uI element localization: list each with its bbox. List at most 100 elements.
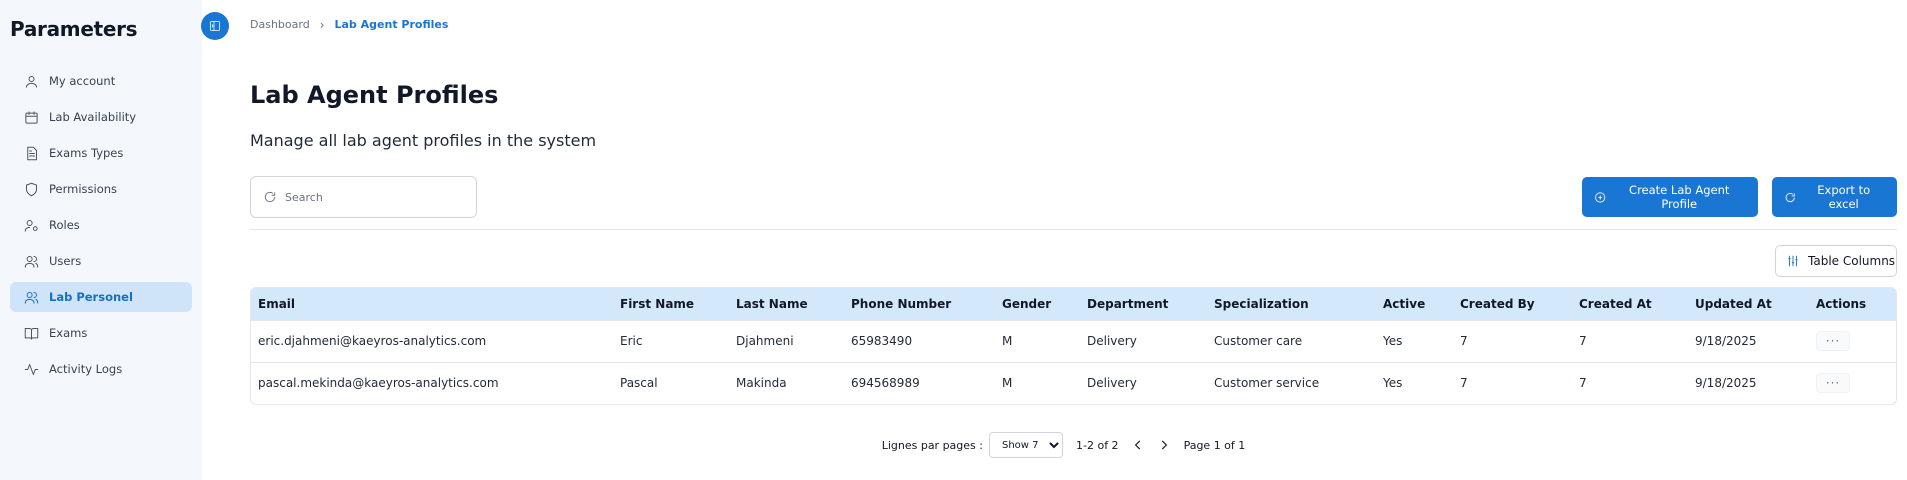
export-icon: [1785, 192, 1795, 202]
cell-updated-at: 9/18/2025: [1695, 376, 1757, 391]
sidebar-item-roles[interactable]: Roles: [10, 210, 192, 240]
toolbar-actions: Create Lab Agent Profile Export to excel: [1582, 177, 1897, 217]
sidebar-item-label: Permissions: [49, 182, 118, 196]
cell-gender: M: [1002, 334, 1013, 348]
document-icon: [27, 146, 37, 160]
sidebar: Parameters My account Lab Availability E…: [0, 0, 202, 480]
sidebar-item-activity-logs[interactable]: Activity Logs: [10, 354, 192, 384]
activity-icon: [24, 363, 39, 375]
table-row[interactable]: eric.djahmeni@kaeyros-analytics.com Eric…: [251, 320, 1896, 362]
more-actions-button[interactable]: ···: [1816, 331, 1850, 351]
cell-specialization: Customer care: [1214, 334, 1303, 348]
more-actions-button[interactable]: ···: [1816, 373, 1850, 394]
sidebar-item-lab-personel[interactable]: Lab Personel: [10, 282, 192, 312]
book-icon: [24, 327, 39, 340]
profiles-table: Email First Name Last Name Phone Number …: [250, 287, 1897, 405]
export-button-label: Export to excel: [1817, 183, 1871, 211]
sidebar-item-exams[interactable]: Exams: [10, 318, 192, 348]
cell-first-name: Pascal: [620, 376, 658, 391]
sidebar-item-label: Lab Availability: [49, 110, 137, 124]
page-subtitle: Manage all lab agent profiles in the sys…: [250, 131, 597, 150]
table-header-row: Email First Name Last Name Phone Number …: [251, 288, 1896, 320]
page-info: Page 1 of 1: [1183, 438, 1246, 452]
sidebar-item-lab-availability[interactable]: Lab Availability: [10, 102, 192, 132]
toolbar: Create Lab Agent Profile Export to excel: [250, 176, 1897, 218]
cell-department: Delivery: [1087, 334, 1137, 348]
sidebar-item-label: Exams: [49, 326, 88, 340]
cell-email: eric.djahmeni@kaeyros-analytics.com: [258, 334, 487, 348]
table-columns-button[interactable]: Table Columns: [1775, 245, 1897, 277]
sidebar-title: Parameters: [10, 17, 138, 41]
sliders-icon: [1788, 255, 1798, 267]
cell-specialization: Customer service: [1214, 376, 1320, 391]
cell-last-name: Makinda: [736, 376, 787, 391]
columns-row: Table Columns: [250, 245, 1897, 277]
header-active[interactable]: Active: [1376, 288, 1453, 320]
user-icon: [26, 75, 37, 88]
cell-phone: 65983490: [851, 334, 913, 348]
header-first-name[interactable]: First Name: [613, 288, 729, 320]
breadcrumb: Dashboard › Lab Agent Profiles: [250, 12, 1897, 37]
header-phone-number[interactable]: Phone Number: [844, 288, 995, 320]
sidebar-toggle-button[interactable]: [201, 12, 229, 40]
users-icon: [24, 255, 39, 268]
add-profile-icon: [1595, 191, 1606, 203]
users-icon: [24, 291, 39, 304]
table-row[interactable]: pascal.mekinda@kaeyros-analytics.com Pas…: [251, 362, 1896, 404]
search-icon: [264, 191, 276, 203]
sidebar-item-my-account[interactable]: My account: [10, 66, 192, 96]
cell-active: Yes: [1383, 334, 1403, 348]
header-specialization[interactable]: Specialization: [1207, 288, 1376, 320]
cell-actions: ···: [1809, 362, 1896, 404]
chevron-left-icon[interactable]: [1131, 438, 1145, 452]
header-created-at[interactable]: Created At: [1572, 288, 1688, 320]
cell-created-by: 7: [1460, 334, 1468, 348]
cell-created-by: 7: [1460, 376, 1468, 391]
rows-per-page-select[interactable]: Show 7: [989, 432, 1063, 458]
create-button-label: Create Lab Agent Profile: [1629, 183, 1730, 211]
cell-first-name: Eric: [620, 334, 643, 348]
cell-actions: ···: [1809, 320, 1896, 362]
header-updated-at[interactable]: Updated At: [1688, 288, 1809, 320]
breadcrumb-separator: ›: [319, 17, 325, 32]
search-input[interactable]: [285, 190, 455, 204]
divider: [250, 229, 1897, 230]
sidebar-item-exams-types[interactable]: Exams Types: [10, 138, 192, 168]
breadcrumb-home[interactable]: Dashboard: [250, 18, 310, 31]
pagination: Lignes par pages : Show 7 1-2 of 2 Page …: [250, 432, 1897, 458]
user-cog-icon: [24, 219, 38, 232]
cell-phone: 694568989: [851, 376, 920, 391]
cell-active: Yes: [1383, 376, 1403, 391]
export-to-excel-button[interactable]: Export to excel: [1772, 177, 1897, 217]
rows-per-page-label: Lignes par pages :: [881, 438, 983, 452]
header-last-name[interactable]: Last Name: [729, 288, 844, 320]
header-created-by[interactable]: Created By: [1453, 288, 1572, 320]
sidebar-item-label: Roles: [49, 218, 80, 232]
header-gender[interactable]: Gender: [995, 288, 1080, 320]
header-department[interactable]: Department: [1080, 288, 1207, 320]
cell-created-at: 7: [1579, 376, 1587, 391]
cell-created-at: 7: [1579, 334, 1587, 348]
shield-icon: [26, 182, 37, 196]
create-lab-agent-profile-button[interactable]: Create Lab Agent Profile: [1582, 177, 1758, 217]
cell-gender: M: [1002, 376, 1013, 391]
cell-last-name: Djahmeni: [736, 334, 794, 348]
sidebar-item-permissions[interactable]: Permissions: [10, 174, 192, 204]
chevron-right-icon[interactable]: [1157, 438, 1171, 452]
header-email[interactable]: Email: [251, 288, 613, 320]
page-title: Lab Agent Profiles: [250, 81, 499, 109]
breadcrumb-current: Lab Agent Profiles: [334, 18, 449, 31]
main-content: Dashboard › Lab Agent Profiles Lab Agent…: [201, 0, 1907, 480]
sidebar-item-label: Users: [49, 254, 82, 268]
search-box: [250, 176, 477, 218]
sidebar-item-users[interactable]: Users: [10, 246, 192, 276]
table-columns-label: Table Columns: [1808, 254, 1896, 268]
cell-updated-at: 9/18/2025: [1695, 334, 1757, 348]
pagination-range: 1-2 of 2: [1076, 438, 1119, 452]
sidebar-item-label: My account: [49, 74, 116, 88]
sidebar-nav: My account Lab Availability Exams Types …: [10, 66, 192, 384]
cell-email: pascal.mekinda@kaeyros-analytics.com: [258, 376, 499, 391]
calendar-icon: [25, 110, 38, 124]
sidebar-item-label: Exams Types: [49, 146, 124, 160]
sidebar-item-label: Lab Personel: [49, 290, 133, 304]
